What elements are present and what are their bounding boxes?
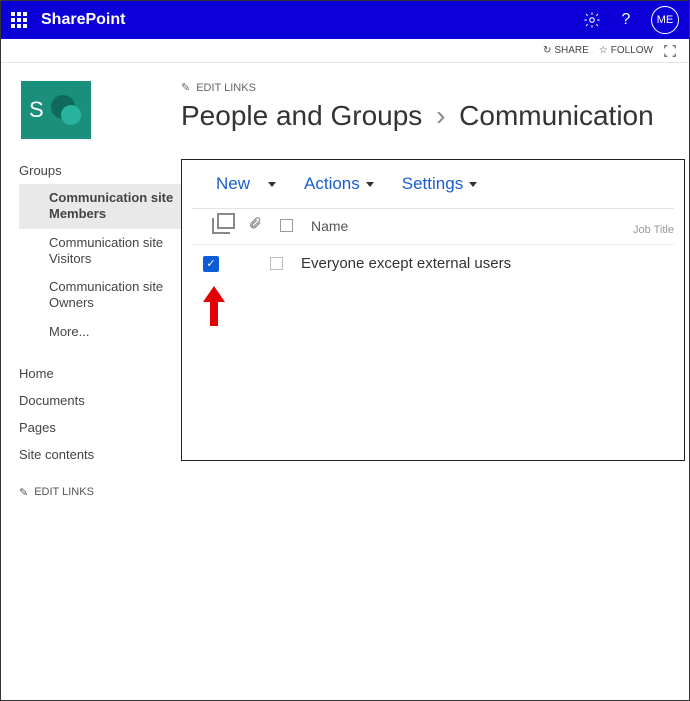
- help-icon[interactable]: ?: [617, 11, 635, 29]
- ribbon-new-label: New: [216, 174, 250, 194]
- share-button[interactable]: ↻ SHARE: [543, 45, 589, 56]
- edit-links-sidebar[interactable]: ✎ EDIT LINKS: [19, 486, 181, 499]
- share-icon: ↻: [543, 45, 551, 56]
- attachment-icon: [248, 215, 262, 236]
- page-title-left: People and Groups: [181, 100, 422, 131]
- pencil-icon: ✎: [19, 486, 28, 499]
- main-panel: New Actions Settings Name Job: [181, 159, 685, 461]
- sidebar-item-visitors[interactable]: Communication site Visitors: [19, 229, 181, 274]
- column-header-name[interactable]: Name: [311, 218, 348, 234]
- follow-button[interactable]: ☆ FOLLOW: [599, 45, 653, 56]
- share-label: SHARE: [554, 45, 588, 56]
- row-name-checkbox[interactable]: [270, 257, 283, 270]
- settings-gear-icon[interactable]: [583, 11, 601, 29]
- row-select-checkbox[interactable]: ✓: [203, 256, 219, 272]
- column-header-jobtitle[interactable]: Job Title: [633, 224, 674, 236]
- brand-label: SharePoint: [41, 11, 125, 29]
- chevron-down-icon: [268, 182, 276, 187]
- row-name-link[interactable]: Everyone except external users: [301, 255, 511, 272]
- table-row: ✓ Everyone except external users: [182, 245, 684, 272]
- follow-label: FOLLOW: [611, 45, 653, 56]
- edit-links-top[interactable]: ✎ EDIT LINKS: [181, 81, 689, 94]
- select-all-icon[interactable]: [212, 218, 230, 234]
- site-logo-letter: S: [29, 97, 44, 123]
- focus-content-icon[interactable]: [663, 44, 677, 58]
- left-sidebar: Groups Communication site Members Commun…: [1, 153, 181, 499]
- avatar[interactable]: ME: [651, 6, 679, 34]
- annotation-arrow: [203, 286, 225, 326]
- ribbon-toolbar: New Actions Settings: [192, 160, 674, 209]
- suite-bar-left: SharePoint: [11, 11, 125, 29]
- pencil-icon: ✎: [181, 81, 190, 94]
- sidebar-item-owners[interactable]: Communication site Owners: [19, 273, 181, 318]
- suite-bar: SharePoint ? ME: [1, 1, 689, 39]
- ribbon-actions-label: Actions: [304, 174, 360, 194]
- page-header: ✎ EDIT LINKS People and Groups › Communi…: [181, 81, 689, 153]
- sidebar-nav-pages[interactable]: Pages: [19, 414, 181, 441]
- page-actions-bar: ↻ SHARE ☆ FOLLOW: [1, 39, 689, 63]
- page-title: People and Groups › Communication: [181, 100, 689, 132]
- ribbon-actions-menu[interactable]: Actions: [304, 174, 374, 194]
- page-title-right: Communication: [459, 100, 654, 131]
- ribbon-new-menu[interactable]: New: [216, 174, 276, 194]
- groups-list: Communication site Members Communication…: [19, 184, 181, 346]
- app-launcher-icon[interactable]: [11, 12, 27, 28]
- suite-bar-right: ? ME: [583, 6, 679, 34]
- sidebar-item-more[interactable]: More...: [19, 318, 181, 346]
- chevron-down-icon: [366, 182, 374, 187]
- edit-links-top-label: EDIT LINKS: [196, 82, 256, 94]
- edit-links-sidebar-label: EDIT LINKS: [34, 486, 94, 498]
- breadcrumb-separator-icon: ›: [436, 100, 445, 131]
- header-select-checkbox[interactable]: [280, 219, 293, 232]
- sidebar-nav-home[interactable]: Home: [19, 360, 181, 387]
- header-area: S ✎ EDIT LINKS People and Groups › Commu…: [1, 63, 689, 153]
- ribbon-settings-menu[interactable]: Settings: [402, 174, 477, 194]
- follow-star-icon: ☆: [599, 45, 608, 56]
- site-logo[interactable]: S: [21, 81, 91, 139]
- ribbon-settings-label: Settings: [402, 174, 463, 194]
- sidebar-item-members[interactable]: Communication site Members: [19, 184, 181, 229]
- content-row: Groups Communication site Members Commun…: [1, 153, 689, 499]
- sidebar-nav-site-contents[interactable]: Site contents: [19, 441, 181, 468]
- sidebar-section-groups[interactable]: Groups: [19, 163, 181, 178]
- table-header-row: Name: [192, 209, 674, 245]
- chevron-down-icon: [469, 182, 477, 187]
- sidebar-nav-documents[interactable]: Documents: [19, 387, 181, 414]
